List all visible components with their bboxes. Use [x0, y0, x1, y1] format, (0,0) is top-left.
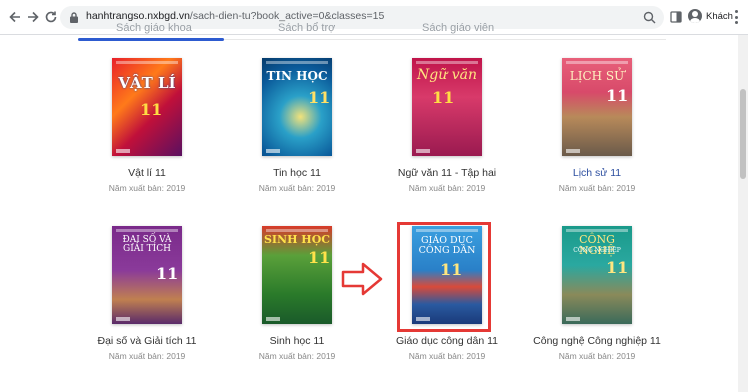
cover-title: ĐẠI SỐ VÀ GIẢI TÍCH [122, 235, 172, 254]
book-title[interactable]: Giáo dục công dân 11 [367, 335, 527, 347]
cover-number: 11 [140, 100, 163, 119]
back-button[interactable] [6, 8, 24, 26]
side-panel-icon[interactable] [670, 11, 682, 23]
book-card[interactable]: VẬT LÍ 11 Vật lí 11 Năm xuất bản: 2019 [67, 58, 227, 193]
book-cover-technology[interactable]: CÔNG NGHỆ CÔNG NGHIỆP 11 [562, 226, 632, 324]
tab-teacher-books[interactable]: Sách giáo viên [422, 22, 494, 34]
cover-title: VẬT LÍ [118, 74, 176, 92]
book-cover-literature[interactable]: Ngữ văn 11 [412, 58, 482, 156]
url-path: /sach-dien-tu?book_active=0&classes=15 [189, 10, 385, 22]
book-publish-year: Năm xuất bản: 2019 [108, 183, 186, 193]
book-card[interactable]: TIN HỌC 11 Tin học 11 Năm xuất bản: 2019 [217, 58, 377, 193]
cover-title: LỊCH SỬ [569, 69, 625, 83]
cover-number: 11 [308, 248, 331, 267]
book-publish-year: Năm xuất bản: 2019 [408, 183, 486, 193]
book-card[interactable]: LỊCH SỬ 11 Lịch sử 11 Năm xuất bản: 2019 [517, 58, 677, 193]
reload-button[interactable] [42, 8, 60, 26]
book-title[interactable]: Sinh học 11 [217, 335, 377, 347]
book-publish-year: Năm xuất bản: 2019 [408, 351, 486, 361]
highlight-box [397, 222, 491, 332]
book-publish-year: Năm xuất bản: 2019 [258, 183, 336, 193]
book-title[interactable]: Tin học 11 [217, 167, 377, 179]
book-cover-informatics[interactable]: TIN HỌC 11 [262, 58, 332, 156]
book-type-tabs: Sách giáo khoa Sách bổ trợ Sách giáo viê… [78, 22, 666, 41]
reload-icon [45, 11, 57, 23]
book-card[interactable]: Ngữ văn 11 Ngữ văn 11 - Tập hai Năm xuất… [367, 58, 527, 193]
profile-label: Khách [706, 10, 733, 22]
tab-supplementary[interactable]: Sách bổ trợ [278, 22, 335, 34]
book-title[interactable]: Ngữ văn 11 - Tập hai [367, 167, 527, 179]
book-cover-biology[interactable]: SINH HỌC 11 [262, 226, 332, 324]
cover-title: SINH HỌC [263, 233, 331, 246]
book-card[interactable]: CÔNG NGHỆ CÔNG NGHIỆP 11 Công nghệ Công … [517, 226, 677, 361]
cover-subtitle: CÔNG NGHIỆP [573, 247, 621, 254]
avatar-icon [688, 9, 702, 23]
book-cover-history[interactable]: LỊCH SỬ 11 [562, 58, 632, 156]
url-host: hanhtrangso.nxbgd.vn [86, 10, 190, 22]
arrow-right-icon [28, 11, 39, 23]
book-publish-year: Năm xuất bản: 2019 [558, 351, 636, 361]
cover-number: 11 [606, 86, 629, 105]
arrow-left-icon [9, 11, 20, 23]
book-publish-year: Năm xuất bản: 2019 [108, 351, 186, 361]
more-menu-icon[interactable] [734, 10, 738, 24]
cover-title: Ngữ văn [417, 67, 477, 83]
cover-title: TIN HỌC [266, 69, 328, 83]
cover-number: 11 [156, 264, 179, 283]
cover-number: 11 [432, 88, 455, 107]
book-card[interactable]: ĐẠI SỐ VÀ GIẢI TÍCH 11 Đại số và Giải tí… [67, 226, 227, 361]
tab-textbooks[interactable]: Sách giáo khoa [116, 22, 192, 34]
scrollbar-thumb[interactable] [740, 89, 746, 179]
book-title[interactable]: Lịch sử 11 [517, 167, 677, 179]
scrollbar[interactable] [738, 35, 748, 392]
book-publish-year: Năm xuất bản: 2019 [558, 183, 636, 193]
book-cover-physics[interactable]: VẬT LÍ 11 [112, 58, 182, 156]
cover-number: 11 [606, 258, 629, 277]
book-title[interactable]: Đại số và Giải tích 11 [67, 335, 227, 347]
book-title[interactable]: Vật lí 11 [67, 167, 227, 179]
forward-button[interactable] [24, 8, 42, 26]
url-text[interactable]: hanhtrangso.nxbgd.vn/sach-dien-tu?book_a… [86, 10, 384, 22]
profile-button[interactable]: Khách [688, 9, 733, 23]
arrow-right-icon [341, 262, 383, 296]
book-title[interactable]: Công nghệ Công nghiệp 11 [517, 335, 677, 347]
cover-number: 11 [308, 88, 331, 107]
book-cover-algebra[interactable]: ĐẠI SỐ VÀ GIẢI TÍCH 11 [112, 226, 182, 324]
active-tab-indicator [78, 38, 224, 41]
book-publish-year: Năm xuất bản: 2019 [258, 351, 336, 361]
